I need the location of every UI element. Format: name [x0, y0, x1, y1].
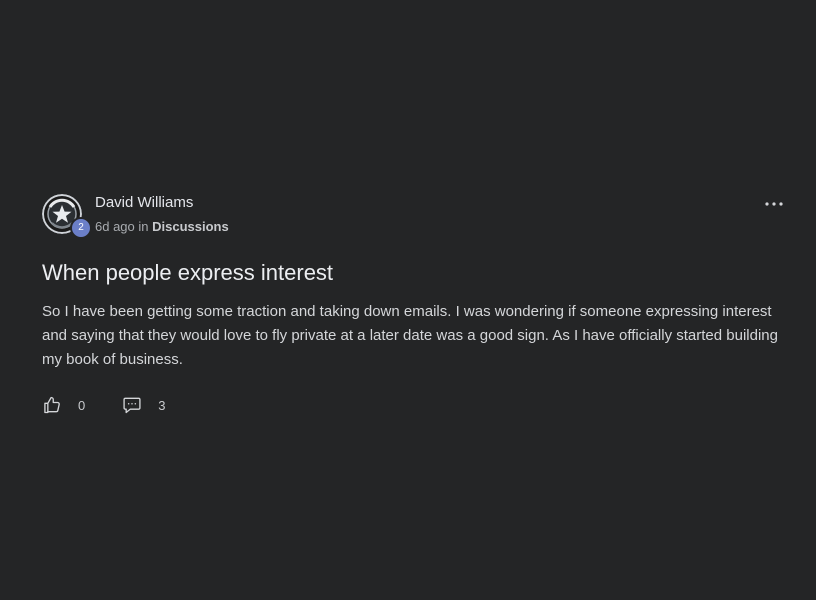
post-actions: 0 3	[42, 394, 794, 416]
comment-icon	[122, 395, 142, 415]
thumbs-up-icon	[42, 395, 62, 415]
post-timestamp: 6d ago	[95, 219, 135, 234]
comment-button[interactable]: 3	[122, 395, 165, 415]
category-link[interactable]: Discussions	[152, 219, 229, 234]
like-button[interactable]: 0	[42, 395, 85, 415]
post-meta: 6d ago in Discussions	[95, 219, 229, 234]
post-header: 2 David Williams 6d ago in Discussions	[42, 192, 794, 239]
more-options-button[interactable]	[762, 192, 786, 216]
post-body: So I have been getting some traction and…	[42, 303, 778, 368]
more-horizontal-icon	[765, 202, 783, 206]
comment-count: 3	[158, 397, 166, 413]
author-name[interactable]: David Williams	[95, 194, 193, 211]
like-count: 0	[78, 397, 86, 413]
meta-in-label: in	[138, 219, 149, 234]
post-title[interactable]: When people express interest	[42, 258, 794, 288]
level-badge: 2	[70, 217, 92, 239]
post-card: 2 David Williams 6d ago in Discussions W…	[42, 192, 794, 416]
